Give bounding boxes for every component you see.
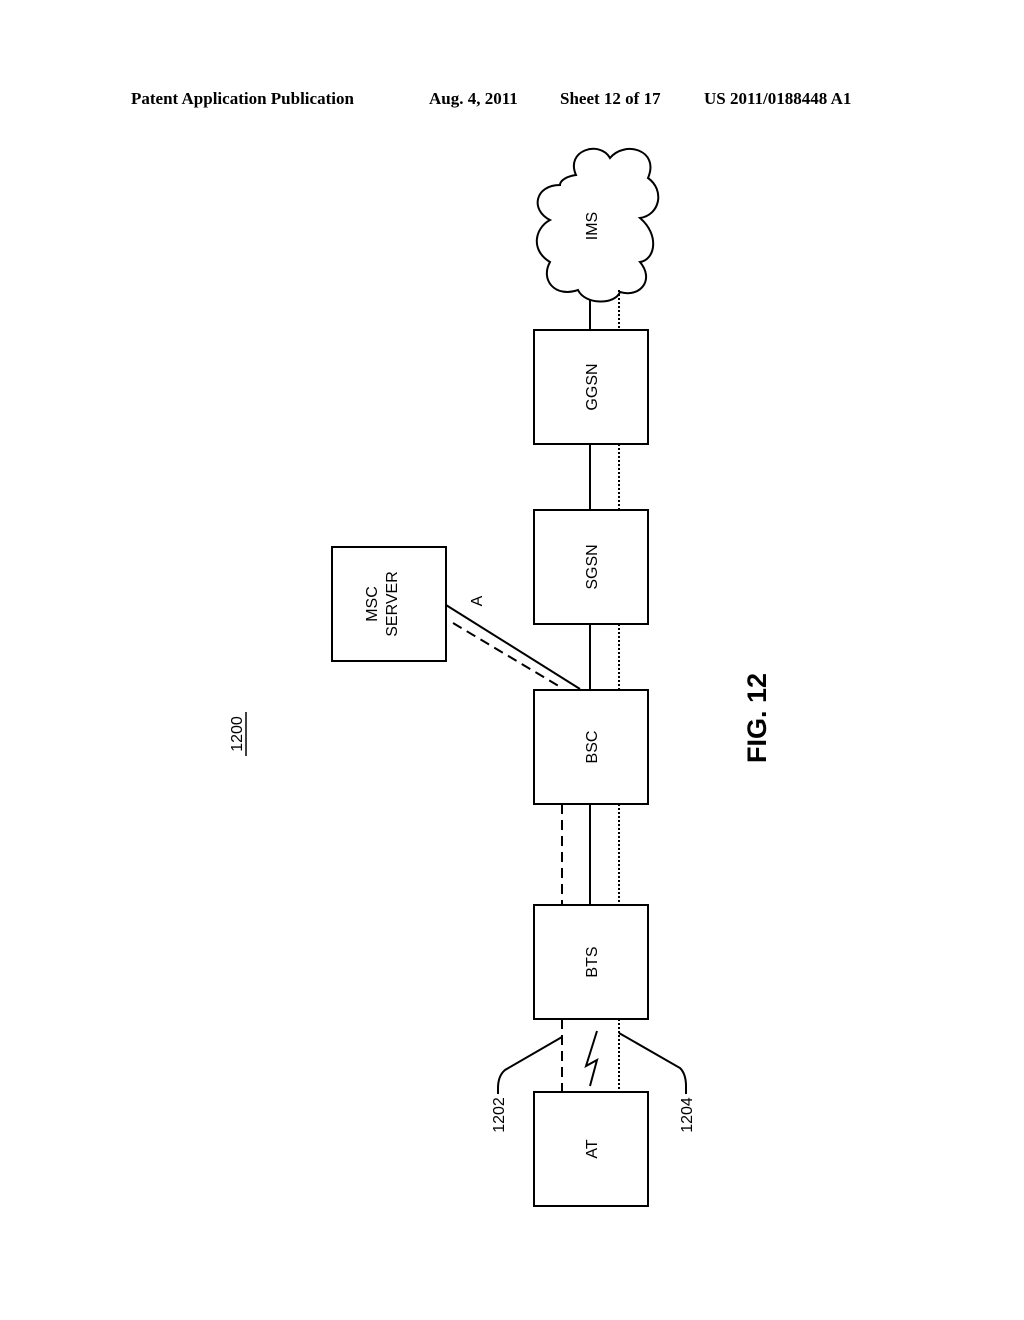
wireless-link-icon [584, 1030, 599, 1087]
at-label: AT [584, 1139, 601, 1158]
callout-leader-1202 [497, 1036, 563, 1094]
network-diagram: IMS GGSN SGSN BSC BTS AT MSC SERVER A 12… [229, 148, 772, 1207]
ggsn-label: GGSN [584, 363, 601, 410]
msc-label-line1: MSC [364, 586, 381, 622]
sgsn-label: SGSN [584, 544, 601, 589]
solid-link-msc-bsc [445, 604, 581, 690]
callout-leader-1204 [618, 1032, 687, 1094]
bts-label: BTS [584, 946, 601, 977]
callout-1204: 1204 [679, 1097, 696, 1133]
msc-label-line2: SERVER [384, 571, 401, 637]
interface-a-label: A [469, 595, 486, 606]
ims-label: IMS [584, 212, 601, 240]
callout-1202: 1202 [491, 1097, 508, 1133]
dashed-link-msc-bsc [452, 622, 563, 689]
figure-label: FIG. 12 [742, 673, 772, 763]
reference-number: 1200 [229, 716, 246, 752]
bsc-label: BSC [584, 731, 601, 764]
